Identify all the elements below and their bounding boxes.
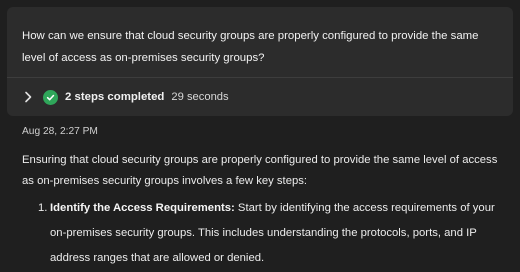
list-item: 1. Identify the Access Requirements: Sta… bbox=[38, 196, 508, 271]
user-prompt-text: How can we ensure that cloud security gr… bbox=[22, 30, 479, 64]
list-item-number: 1. bbox=[38, 202, 48, 214]
chevron-right-icon[interactable] bbox=[21, 90, 35, 104]
list-item-body: Identify the Access Requirements: Start … bbox=[50, 196, 508, 271]
steps-duration: 29 seconds bbox=[171, 91, 229, 103]
user-prompt-card: How can we ensure that cloud security gr… bbox=[7, 7, 513, 116]
check-circle-icon bbox=[43, 89, 58, 105]
steps-summary-toggle[interactable]: 2 steps completed 29 seconds bbox=[7, 78, 513, 116]
steps-completed-label: 2 steps completed bbox=[65, 91, 165, 103]
list-item-title: Identify the Access Requirements: bbox=[50, 202, 235, 214]
chat-view: How can we ensure that cloud security gr… bbox=[0, 0, 520, 272]
response-timestamp: Aug 28, 2:27 PM bbox=[22, 126, 98, 137]
response-intro: Ensuring that cloud security groups are … bbox=[22, 154, 498, 187]
